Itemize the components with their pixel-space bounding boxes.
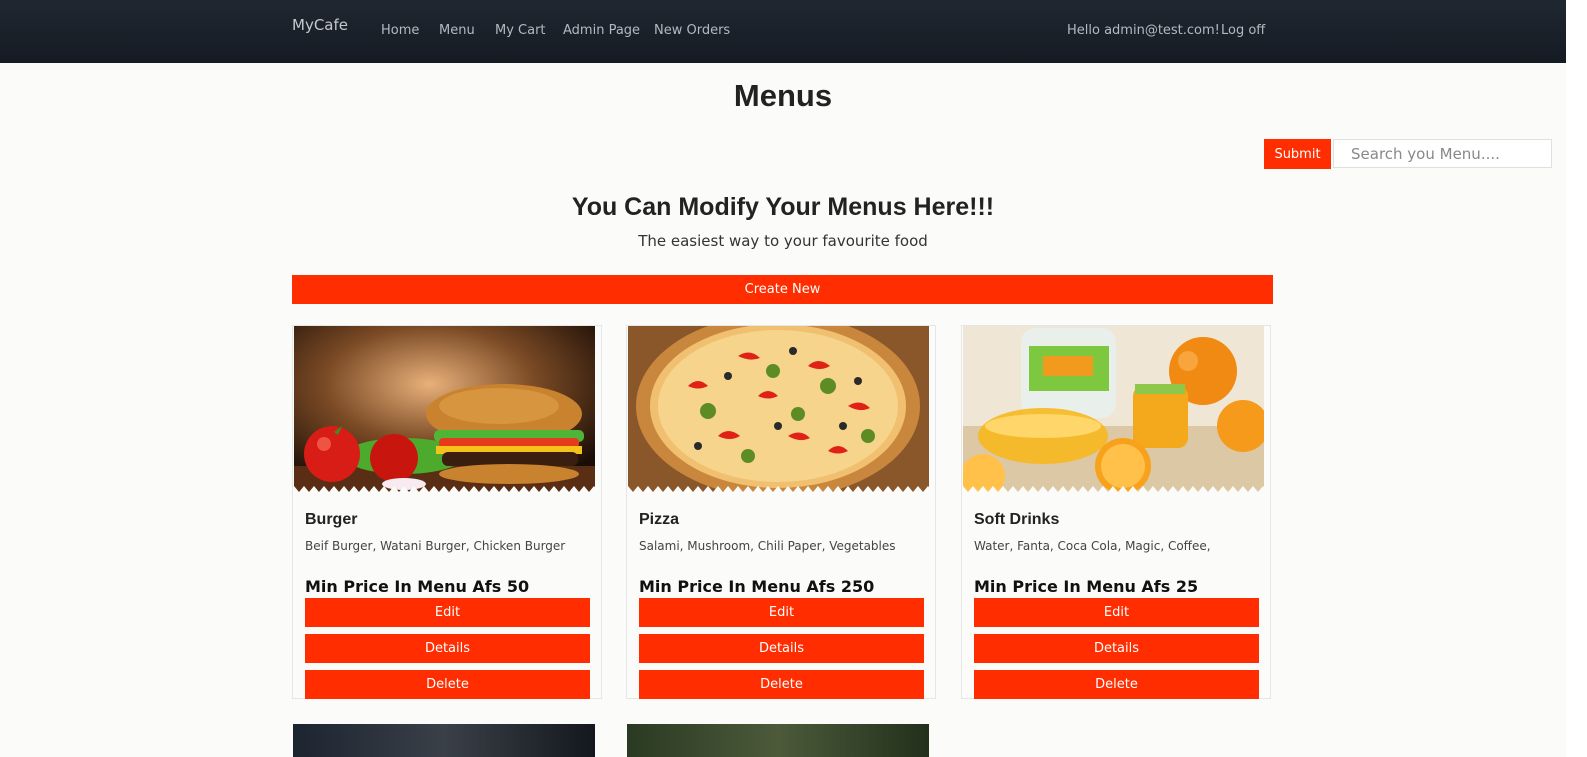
menu-min-price: Min Price In Menu Afs 250	[639, 577, 875, 596]
user-greeting-link[interactable]: Hello admin@test.com!	[1067, 23, 1220, 38]
brand-logo[interactable]: MyCafe	[292, 16, 348, 34]
menu-card-soft-drinks: Soft Drinks Water, Fanta, Coca Cola, Mag…	[961, 325, 1271, 699]
page-title: Menus	[733, 78, 833, 113]
menu-items: Water, Fanta, Coca Cola, Magic, Coffee,	[974, 539, 1211, 553]
menu-name: Burger	[305, 511, 358, 528]
menu-card-pizza: Pizza Salami, Mushroom, Chili Paper, Veg…	[626, 325, 936, 699]
page-scrollbar[interactable]	[1566, 0, 1587, 757]
top-navbar: MyCafe Home Menu My Cart Admin Page New …	[0, 0, 1566, 63]
menu-min-price: Min Price In Menu Afs 25	[974, 577, 1199, 596]
delete-button[interactable]: Delete	[639, 670, 924, 699]
burger-image	[294, 326, 595, 492]
menu-card-partial	[627, 724, 929, 757]
details-button[interactable]: Details	[305, 634, 590, 663]
delete-button[interactable]: Delete	[305, 670, 590, 699]
nav-new-orders-link[interactable]: New Orders	[654, 23, 730, 38]
hero-title: You Can Modify Your Menus Here!!!	[571, 193, 995, 221]
details-button[interactable]: Details	[974, 634, 1259, 663]
search-input[interactable]	[1333, 139, 1552, 168]
edit-button[interactable]: Edit	[305, 598, 590, 627]
hero-subtitle: The easiest way to your favourite food	[638, 232, 928, 250]
create-new-button[interactable]: Create New	[292, 275, 1273, 304]
edit-button[interactable]: Edit	[974, 598, 1259, 627]
soft-drinks-image	[963, 326, 1264, 492]
details-button[interactable]: Details	[639, 634, 924, 663]
delete-button[interactable]: Delete	[974, 670, 1259, 699]
scrollbar-thumb[interactable]	[1567, 2, 1586, 320]
menu-items: Salami, Mushroom, Chili Paper, Vegetable…	[639, 539, 896, 553]
nav-menu-link[interactable]: Menu	[439, 23, 475, 38]
menu-name: Pizza	[639, 511, 680, 528]
logoff-link[interactable]: Log off	[1221, 23, 1265, 38]
pizza-image	[628, 326, 929, 492]
menu-name: Soft Drinks	[974, 511, 1060, 528]
nav-home-link[interactable]: Home	[381, 23, 419, 38]
menu-min-price: Min Price In Menu Afs 50	[305, 577, 530, 596]
menu-image-partial	[293, 724, 595, 757]
menu-items: Beif Burger, Watani Burger, Chicken Burg…	[305, 539, 566, 553]
edit-button[interactable]: Edit	[639, 598, 924, 627]
search-submit-button[interactable]: Submit	[1264, 139, 1331, 169]
menu-image-partial	[627, 724, 929, 757]
nav-admin-link[interactable]: Admin Page	[563, 23, 640, 38]
menu-card-partial	[293, 724, 595, 757]
menu-card-burger: Burger Beif Burger, Watani Burger, Chick…	[292, 325, 602, 699]
nav-cart-link[interactable]: My Cart	[495, 23, 546, 38]
